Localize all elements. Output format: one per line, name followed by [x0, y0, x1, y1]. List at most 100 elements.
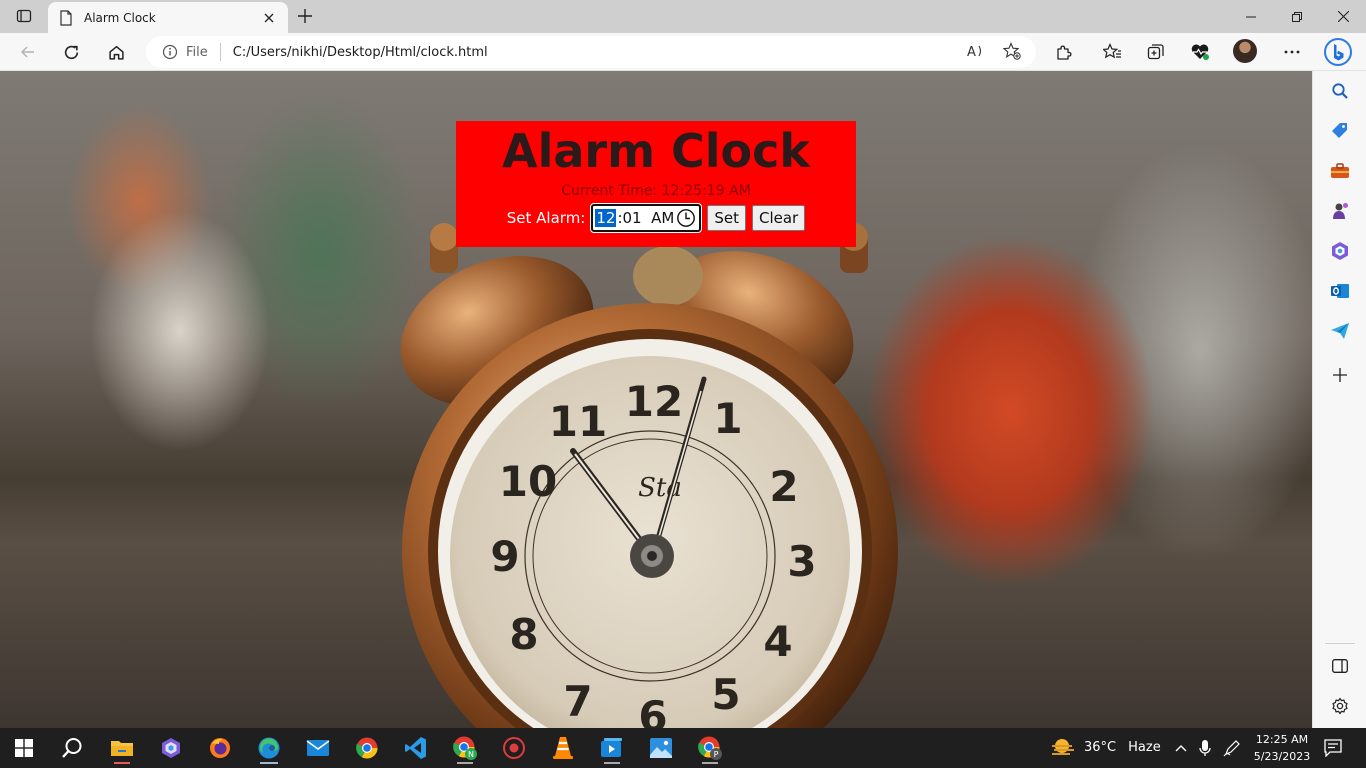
plus-icon	[298, 9, 312, 23]
sidebar-send[interactable]	[1328, 319, 1352, 343]
vlc-icon	[553, 737, 573, 759]
edge-sidebar	[1312, 71, 1366, 728]
favorites-icon	[1102, 43, 1121, 59]
vscode-icon	[405, 737, 426, 759]
restore-icon	[1292, 11, 1302, 22]
sidebar-shopping[interactable]	[1328, 119, 1352, 143]
tray-notifications[interactable]	[1323, 738, 1343, 758]
search-icon	[1332, 83, 1348, 99]
taskbar-search[interactable]	[52, 732, 92, 764]
tab-actions-icon	[16, 9, 32, 23]
sidebar-office[interactable]	[1328, 239, 1352, 263]
add-favorite-icon[interactable]	[1002, 41, 1022, 61]
refresh-button[interactable]	[55, 36, 87, 68]
tray-microphone[interactable]	[1195, 738, 1215, 758]
pen-icon	[1223, 740, 1240, 757]
taskbar-firefox[interactable]	[200, 732, 240, 764]
sidebar-games[interactable]	[1328, 199, 1352, 223]
bing-chat-button[interactable]	[1322, 36, 1354, 68]
chrome-profile-n-icon: N	[453, 736, 477, 760]
heartbeat-icon	[1191, 44, 1209, 60]
svg-text:11: 11	[549, 397, 607, 446]
close-window-button[interactable]	[1320, 0, 1366, 33]
outlook-icon	[1331, 284, 1349, 298]
sidebar-split-screen[interactable]	[1328, 654, 1352, 678]
weather-temperature: 36°C	[1084, 739, 1117, 755]
sidebar-divider	[1325, 643, 1355, 644]
taskbar-vlc[interactable]	[543, 732, 583, 764]
new-tab-button[interactable]	[292, 4, 318, 28]
taskbar-chrome[interactable]	[347, 732, 387, 764]
svg-text:8: 8	[509, 610, 538, 659]
back-button[interactable]	[12, 36, 44, 68]
tab-actions-button[interactable]	[8, 4, 40, 28]
clear-button[interactable]: Clear	[752, 205, 806, 231]
sidebar-settings[interactable]	[1328, 694, 1352, 718]
sidebar-add[interactable]	[1328, 363, 1352, 387]
sidebar-search[interactable]	[1328, 79, 1352, 103]
taskbar-start[interactable]	[4, 732, 44, 764]
clock-picker-icon[interactable]	[675, 207, 697, 229]
set-alarm-label: Set Alarm:	[506, 209, 586, 227]
sidebar-tools[interactable]	[1328, 159, 1352, 183]
taskbar-chrome-profile-p[interactable]: P	[690, 732, 730, 764]
games-icon	[1333, 203, 1348, 219]
tray-overflow[interactable]	[1171, 738, 1191, 758]
taskbar-photos[interactable]	[641, 732, 681, 764]
taskbar-clock[interactable]: 12:25 AM 5/23/2023	[1252, 731, 1312, 765]
read-aloud-icon[interactable]: A	[966, 41, 986, 61]
address-scheme: File	[186, 44, 208, 60]
profile-avatar[interactable]	[1233, 39, 1257, 63]
taskbar-recorder[interactable]	[494, 732, 534, 764]
collections-button[interactable]	[1140, 36, 1172, 68]
file-explorer-icon	[111, 741, 133, 756]
chevron-up-icon	[1175, 745, 1187, 752]
taskbar-visual-studio[interactable]	[151, 732, 191, 764]
alarm-time-input[interactable]: 12 :01 AM	[590, 203, 703, 233]
weather-description: Haze	[1128, 739, 1161, 755]
microphone-icon	[1199, 740, 1211, 756]
performance-button[interactable]	[1184, 36, 1216, 68]
minimize-button[interactable]	[1228, 0, 1274, 33]
close-icon	[1337, 11, 1349, 22]
svg-text:1: 1	[713, 394, 742, 443]
browser-toolbar: File C:/Users/nikhi/Desktop/Html/clock.h…	[0, 33, 1366, 71]
browser-tab[interactable]: Alarm Clock	[48, 2, 288, 33]
alarm-minute-ampm[interactable]: :01 AM	[617, 209, 675, 227]
photos-icon	[650, 738, 672, 758]
windows-start-icon	[15, 739, 33, 757]
address-bar[interactable]: File C:/Users/nikhi/Desktop/Html/clock.h…	[146, 36, 1036, 68]
svg-text:P: P	[714, 750, 719, 759]
settings-icon	[1332, 697, 1348, 715]
svg-text:9: 9	[490, 532, 519, 581]
taskbar-file-explorer[interactable]	[102, 732, 142, 764]
home-icon	[108, 45, 124, 60]
home-button[interactable]	[100, 36, 132, 68]
address-url[interactable]: C:/Users/nikhi/Desktop/Html/clock.html	[233, 45, 488, 60]
page-icon	[58, 9, 74, 26]
current-time: Current Time: 12:25:19 AM	[561, 183, 751, 199]
taskbar-vscode[interactable]	[396, 732, 436, 764]
more-button[interactable]	[1276, 36, 1308, 68]
info-icon[interactable]	[162, 44, 178, 60]
weather-widget[interactable]: 36°C Haze	[1050, 736, 1161, 758]
taskbar-media-player[interactable]	[592, 732, 632, 764]
favorites-button[interactable]	[1096, 36, 1128, 68]
svg-text:10: 10	[499, 457, 557, 506]
set-button[interactable]: Set	[707, 205, 746, 231]
bing-icon	[1324, 38, 1352, 66]
taskbar-chrome-profile-n[interactable]: N	[445, 732, 485, 764]
close-tab-icon[interactable]	[260, 9, 278, 27]
sidebar-outlook[interactable]	[1328, 279, 1352, 303]
media-player-icon	[601, 738, 622, 757]
svg-text:6: 6	[638, 692, 667, 728]
svg-text:3: 3	[787, 537, 816, 586]
extensions-button[interactable]	[1048, 36, 1080, 68]
restore-button[interactable]	[1274, 0, 1320, 33]
haze-sun-icon	[1052, 739, 1074, 755]
taskbar-mail[interactable]	[298, 732, 338, 764]
svg-text:4: 4	[763, 617, 792, 666]
taskbar-edge[interactable]	[249, 732, 289, 764]
tray-pen[interactable]	[1222, 738, 1242, 758]
alarm-hour-segment[interactable]: 12	[595, 209, 617, 227]
